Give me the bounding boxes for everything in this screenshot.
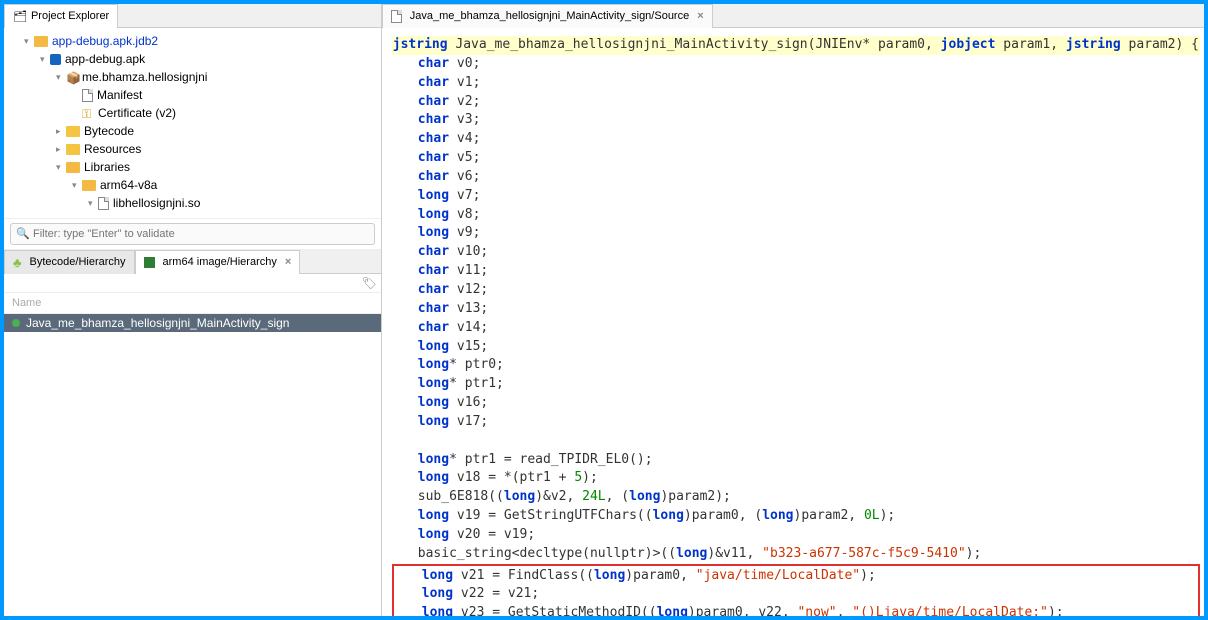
chevron-down-icon: ▾ xyxy=(56,72,66,83)
folder-icon xyxy=(82,180,96,191)
android-icon: ♣ xyxy=(13,255,22,270)
package-icon: 📦 xyxy=(66,71,78,83)
tree-root[interactable]: ▾app-debug.apk.jdb2 xyxy=(4,32,381,50)
view-mode-icon[interactable]: 🏷 xyxy=(362,276,377,290)
project-icon xyxy=(34,36,48,47)
project-explorer-tab-label: Project Explorer xyxy=(31,10,109,22)
search-icon: 🔍 xyxy=(16,227,30,240)
source-file-icon xyxy=(391,10,402,23)
highlighted-code-block: long v21 = FindClass((long)param0, "java… xyxy=(392,564,1200,616)
tree-apk[interactable]: ▾app-debug.apk xyxy=(4,50,381,68)
folder-icon xyxy=(66,162,80,173)
chevron-right-icon: ▸ xyxy=(56,126,66,137)
tree-libraries[interactable]: ▾Libraries xyxy=(4,158,381,176)
code-editor-panel: Java_me_bhamza_hellosignjni_MainActivity… xyxy=(382,4,1204,616)
chevron-down-icon: ▾ xyxy=(56,162,66,173)
chevron-down-icon: ▾ xyxy=(72,180,82,191)
chip-icon xyxy=(144,257,155,268)
chevron-down-icon: ▾ xyxy=(40,54,50,65)
selected-function-row[interactable]: Java_me_bhamza_hellosignjni_MainActivity… xyxy=(4,314,381,332)
xml-icon xyxy=(82,89,93,102)
code-area[interactable]: jstring Java_me_bhamza_hellosignjni_Main… xyxy=(382,28,1204,616)
project-tree[interactable]: ▾app-debug.apk.jdb2 ▾app-debug.apk ▾📦me.… xyxy=(4,28,381,218)
project-explorer-panel: 🗂 Project Explorer ▾app-debug.apk.jdb2 ▾… xyxy=(4,4,382,616)
close-icon[interactable]: × xyxy=(697,10,703,22)
bytecode-hierarchy-tab[interactable]: ♣ Bytecode/Hierarchy xyxy=(4,250,135,274)
tree-resources[interactable]: ▸Resources xyxy=(4,140,381,158)
tree-bytecode[interactable]: ▸Bytecode xyxy=(4,122,381,140)
binary-icon xyxy=(98,197,109,210)
chevron-down-icon: ▾ xyxy=(88,198,98,209)
arm64-hierarchy-tab[interactable]: arm64 image/Hierarchy × xyxy=(135,250,301,274)
project-explorer-tab[interactable]: 🗂 Project Explorer xyxy=(4,4,118,28)
folder-tree-icon: 🗂 xyxy=(13,10,27,23)
folder-icon xyxy=(66,126,80,137)
name-column-header: Name xyxy=(4,293,381,314)
method-icon xyxy=(12,319,20,327)
chevron-right-icon: ▸ xyxy=(56,144,66,155)
tree-so-file[interactable]: ▾libhellosignjni.so xyxy=(4,194,381,212)
tree-abi[interactable]: ▾arm64-v8a xyxy=(4,176,381,194)
filter-input[interactable] xyxy=(10,223,375,245)
source-tab[interactable]: Java_me_bhamza_hellosignjni_MainActivity… xyxy=(382,4,713,28)
folder-icon xyxy=(66,144,80,155)
chevron-down-icon: ▾ xyxy=(24,36,34,47)
close-icon[interactable]: × xyxy=(285,256,291,268)
tree-package[interactable]: ▾📦me.bhamza.hellosignjni xyxy=(4,68,381,86)
tree-manifest[interactable]: Manifest xyxy=(4,86,381,104)
apk-icon xyxy=(50,54,61,65)
key-icon: ⚿ xyxy=(82,107,94,119)
tree-certificate[interactable]: ⚿Certificate (v2) xyxy=(4,104,381,122)
